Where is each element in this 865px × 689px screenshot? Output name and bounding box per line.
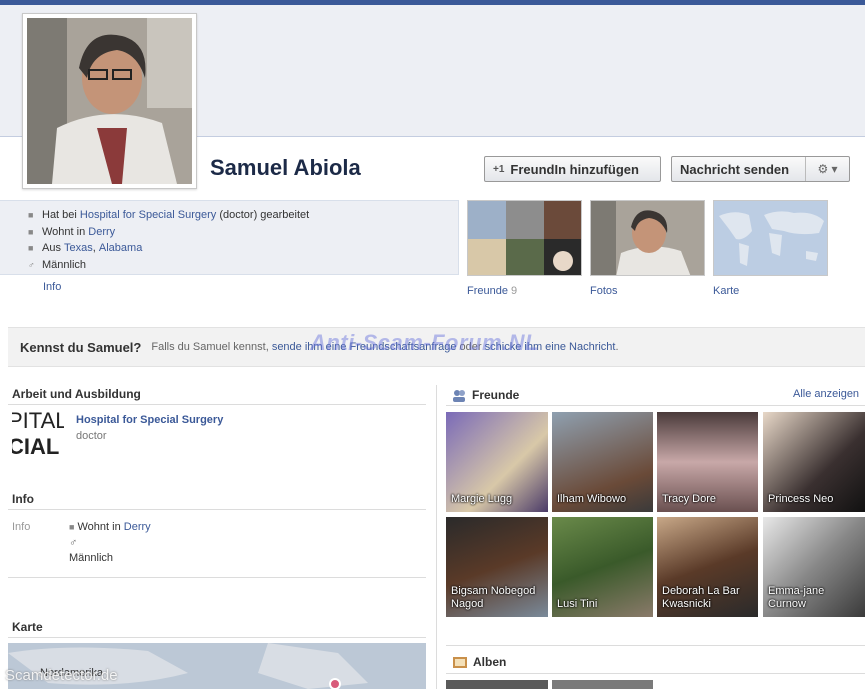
from-row: ■ Aus Texas, Alabama (28, 242, 143, 255)
city-link[interactable]: Texas (64, 242, 93, 254)
friend-card[interactable]: Deborah La Bar Kwasnicki (657, 517, 758, 617)
employer-name-link[interactable]: Hospital for Special Surgery (76, 414, 223, 426)
info-section-title: Info (12, 492, 34, 506)
friends-icon (451, 388, 467, 402)
lives-row: ■ Wohnt in Derry (28, 225, 116, 238)
see-all-friends-link[interactable]: Alle anzeigen (793, 388, 859, 400)
friends-mosaic (468, 201, 581, 275)
friend-name[interactable]: Tracy Dore (662, 493, 716, 506)
friend-name[interactable]: Bigsam Nobegod Nagod (451, 585, 548, 611)
friend-card[interactable]: Tracy Dore (657, 412, 758, 512)
work-section-title: Arbeit und Ausbildung (12, 387, 141, 401)
lives-link[interactable]: Derry (88, 226, 115, 238)
friend-name[interactable]: Ilham Wibowo (557, 493, 626, 506)
info-lives-link[interactable]: Derry (124, 521, 151, 533)
message-button-group: Nachricht senden ⚙ ▾ (671, 156, 850, 182)
info-gender: Männlich (69, 552, 114, 564)
friend-card[interactable]: Princess Neo (763, 412, 865, 512)
map-thumb-caption[interactable]: Karte (713, 285, 739, 297)
gear-dropdown-icon[interactable]: ⚙ ▾ (805, 157, 849, 181)
friend-card[interactable]: Ilham Wibowo (552, 412, 653, 512)
employer-position: doctor (76, 430, 107, 442)
profile-name: Samuel Abiola (210, 155, 361, 180)
divider (446, 673, 865, 674)
info-label: Info (12, 521, 31, 533)
divider (8, 404, 426, 405)
divider (446, 645, 865, 646)
friend-card[interactable]: Bigsam Nobegod Nagod (446, 517, 548, 617)
album-thumb[interactable] (552, 680, 653, 689)
briefcase-icon: ■ (28, 210, 34, 221)
friend-name[interactable]: Deborah La Bar Kwasnicki (662, 585, 758, 611)
add-friend-icon: +1 (493, 163, 505, 175)
friends-thumb-caption[interactable]: Freunde 9 (467, 285, 517, 297)
profile-photo (27, 18, 192, 184)
employer-link[interactable]: Hospital for Special Surgery (80, 209, 216, 221)
profile-picture[interactable] (22, 13, 197, 189)
hometown-icon: ■ (28, 243, 34, 254)
know-question: Kennst du Samuel? (20, 339, 142, 355)
albums-section-title: Alben (473, 655, 507, 669)
send-message-button[interactable]: Nachricht senden (672, 162, 805, 177)
column-divider (436, 385, 437, 689)
employer-logo[interactable]: PITAL CIAL S (12, 408, 64, 460)
divider (8, 509, 426, 510)
albums-icon (452, 655, 468, 669)
info-lives: ■ Wohnt in Derry (69, 521, 151, 533)
home-icon: ■ (28, 226, 34, 237)
add-friend-label: FreundIn hinzufügen (510, 161, 639, 177)
gender-icon: ♂ (28, 259, 35, 270)
friend-name[interactable]: Emma-jane Curnow (768, 585, 865, 611)
divider (8, 637, 426, 638)
intro-box: ■ Hat bei Hospital for Special Surgery (… (0, 200, 459, 275)
world-map (714, 201, 827, 275)
friend-name[interactable]: Margie Lugg (451, 493, 512, 506)
watermark: Anti-Scam-Forum.NL (310, 330, 539, 355)
add-friend-button[interactable]: +1 FreundIn hinzufügen (484, 156, 661, 182)
album-thumb[interactable] (446, 680, 548, 689)
gender-row: ♂ Männlich (28, 258, 87, 271)
gender-icon: ♂ (69, 537, 78, 549)
friend-card[interactable]: Lusi Tini (552, 517, 653, 617)
state-link[interactable]: Alabama (99, 242, 142, 254)
info-link[interactable]: Info (43, 281, 61, 293)
friends-thumb[interactable] (467, 200, 582, 276)
map-thumb[interactable] (713, 200, 828, 276)
work-row: ■ Hat bei Hospital for Special Surgery (… (28, 209, 310, 222)
friends-section-title: Freunde (472, 388, 520, 402)
divider (8, 577, 426, 578)
friend-name[interactable]: Princess Neo (768, 493, 833, 506)
home-icon: ■ (69, 522, 75, 532)
friend-card[interactable]: Margie Lugg (446, 412, 548, 512)
photos-thumb[interactable] (590, 200, 705, 276)
photos-preview (591, 201, 704, 275)
bottom-watermark: Scamdetector.de (5, 667, 118, 684)
friend-card[interactable]: Emma-jane Curnow (763, 517, 865, 617)
divider (446, 405, 865, 406)
photos-thumb-caption[interactable]: Fotos (590, 285, 618, 297)
map-section-title: Karte (12, 620, 43, 634)
friend-name[interactable]: Lusi Tini (557, 598, 597, 611)
